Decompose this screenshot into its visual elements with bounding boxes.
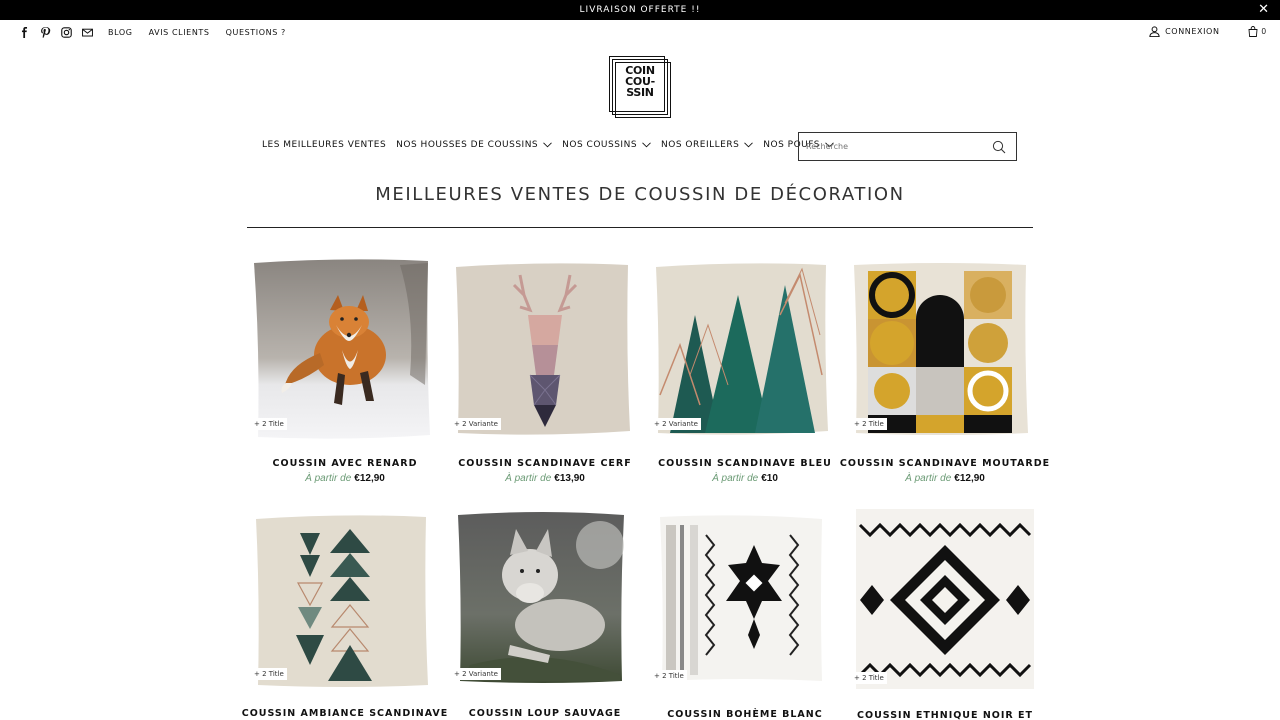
logo-text: COIN COU- SSIN [614,65,666,98]
nav-item-label: NOS COUSSINS [562,140,638,150]
product-image[interactable] [250,255,440,445]
product-name[interactable]: COUSSIN LOUP SAUVAGE [430,708,660,719]
faq-link[interactable]: QUESTIONS ? [226,28,286,37]
product-card[interactable]: + 2 Title COUSSIN BOHÈME BLANC [650,505,840,720]
blog-link[interactable]: BLOG [108,28,133,37]
product-card[interactable]: + 2 Title COUSSIN ETHNIQUE NOIR ET [850,505,1040,720]
page-title: MEILLEURES VENTES DE COUSSIN DE DÉCORATI… [375,184,905,205]
product-name[interactable]: COUSSIN AMBIANCE SCANDINAVE [230,708,460,719]
price-prefix: À partir de [305,473,352,484]
mail-icon[interactable] [81,26,93,38]
cart-button[interactable]: 0 [1248,26,1266,37]
product-name[interactable]: COUSSIN AVEC RENARD [230,458,460,469]
product-name[interactable]: COUSSIN BOHÈME BLANC [630,709,860,720]
cart-count: 0 [1261,27,1266,36]
site-logo[interactable]: COIN COU- SSIN [609,56,671,118]
product-price: À partir de €13,90 [430,473,660,484]
nav-item-label: LES MEILLEURES VENTES [262,140,387,150]
chevron-down-icon [744,142,754,148]
nav-item-best-sellers[interactable]: LES MEILLEURES VENTES [262,140,386,150]
product-price: À partir de €12,90 [230,473,460,484]
pinterest-icon[interactable] [39,26,51,38]
search-box [798,132,1017,161]
price-value: €12,90 [954,473,985,484]
divider [247,227,1033,228]
product-name[interactable]: COUSSIN SCANDINAVE MOUTARDE [830,458,1060,469]
product-image[interactable] [650,505,840,695]
user-icon [1149,26,1160,37]
announcement-text: LIVRAISON OFFERTE !! [579,5,701,15]
variant-badge: + 2 Title [251,418,287,430]
product-price: À partir de €12,90 [830,473,1060,484]
variant-badge: + 2 Variante [451,668,501,680]
nav-item-cushions[interactable]: NOS COUSSINS [562,140,651,150]
price-value: €10 [761,473,778,484]
search-icon[interactable] [992,140,1006,154]
variant-badge: + 2 Variante [451,418,501,430]
price-prefix: À partir de [905,473,952,484]
reviews-link[interactable]: AVIS CLIENTS [149,28,210,37]
top-bar: BLOG AVIS CLIENTS QUESTIONS ? CONNEXION … [0,20,1280,45]
product-card[interactable]: + 2 Title COUSSIN SCANDINAVE MOUTARDE À … [840,255,1049,490]
variant-badge: + 2 Title [251,668,287,680]
price-prefix: À partir de [505,473,552,484]
chevron-down-icon [543,142,552,148]
nav-item-label: NOS HOUSSES DE COUSSINS [396,140,539,150]
main-nav: LES MEILLEURES VENTES NOS HOUSSES DE COU… [262,140,844,150]
nav-item-label: NOS OREILLERS [661,140,740,150]
close-icon[interactable]: ✕ [1258,0,1270,20]
price-value: €12,90 [354,473,385,484]
variant-badge: + 2 Title [851,672,887,684]
product-card[interactable]: + 2 Variante COUSSIN SCANDINAVE BLEU À p… [650,255,840,490]
product-card[interactable]: + 2 Title COUSSIN AMBIANCE SCANDINAVE [242,505,447,720]
price-prefix: À partir de [712,473,759,484]
facebook-icon[interactable] [18,26,30,38]
logo-line: SSIN [626,86,654,99]
product-name[interactable]: COUSSIN ETHNIQUE NOIR ET [830,710,1060,720]
product-image[interactable] [650,255,840,445]
product-image[interactable] [450,505,640,695]
product-name[interactable]: COUSSIN SCANDINAVE BLEU [630,458,860,469]
variant-badge: + 2 Title [651,670,687,682]
product-image[interactable] [850,505,1040,695]
product-price: À partir de €10 [630,473,860,484]
variant-badge: + 2 Title [851,418,887,430]
product-image[interactable] [250,505,440,695]
product-card[interactable]: + 2 Variante COUSSIN LOUP SAUVAGE [450,505,640,720]
nav-item-pillows[interactable]: NOS OREILLERS [661,140,754,150]
product-image[interactable] [450,255,640,445]
product-name[interactable]: COUSSIN SCANDINAVE CERF [430,458,660,469]
login-label: CONNEXION [1165,27,1220,36]
nav-item-cushion-covers[interactable]: NOS HOUSSES DE COUSSINS [396,140,552,150]
chevron-down-icon [642,142,651,148]
login-link[interactable]: CONNEXION [1149,26,1219,37]
product-image[interactable] [850,255,1040,445]
shopping-bag-icon [1248,26,1258,37]
announcement-bar: LIVRAISON OFFERTE !! ✕ [0,0,1280,20]
price-value: €13,90 [554,473,585,484]
instagram-icon[interactable] [60,26,72,38]
product-card[interactable]: + 2 Title COUSSIN AVEC RENARD À partir d… [250,255,440,490]
search-input[interactable] [799,142,984,151]
variant-badge: + 2 Variante [651,418,701,430]
product-card[interactable]: + 2 Variante COUSSIN SCANDINAVE CERF À p… [450,255,640,490]
